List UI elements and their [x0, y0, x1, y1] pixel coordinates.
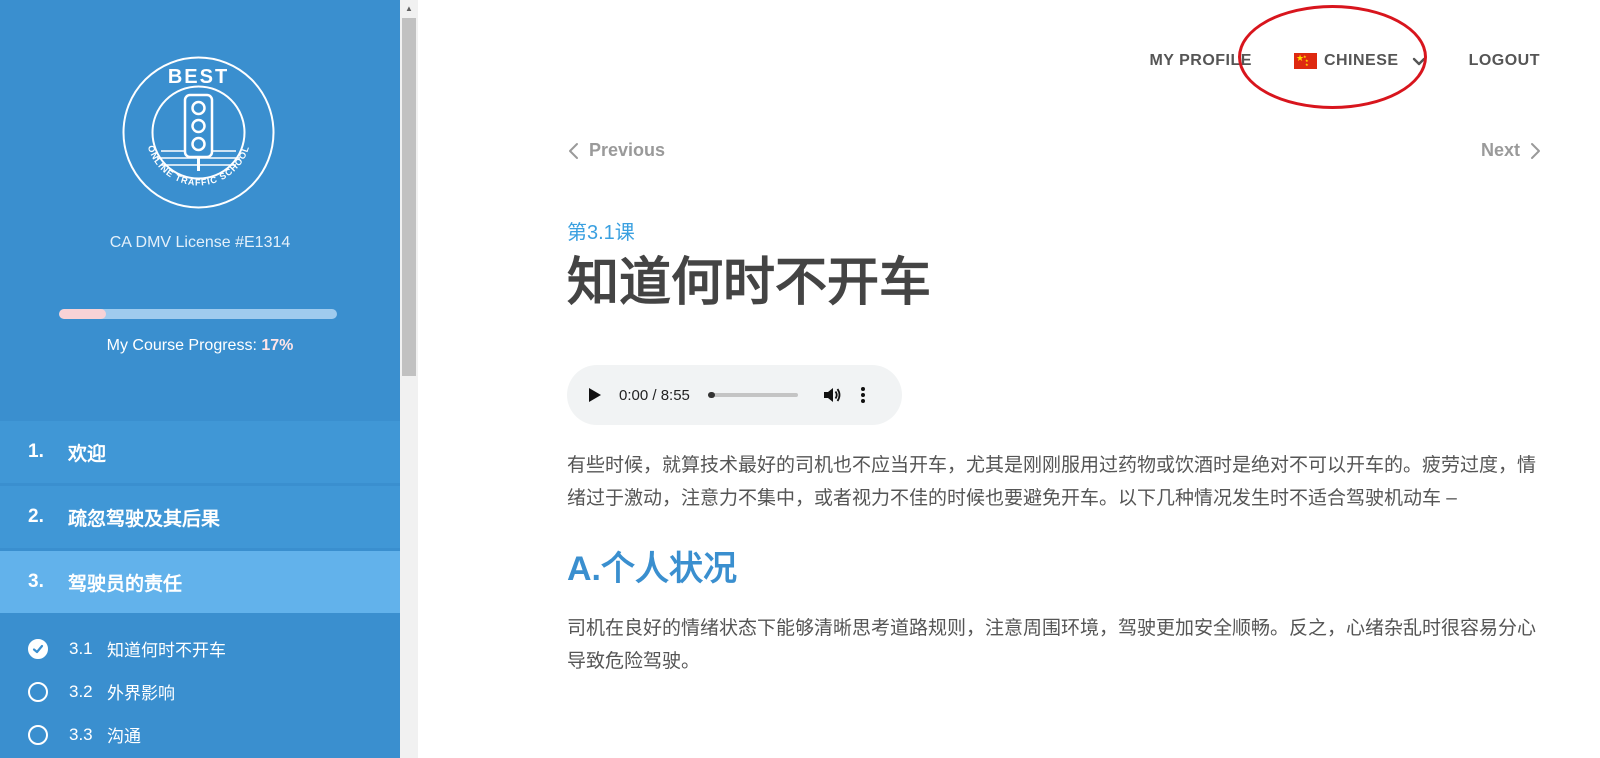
audio-player: 0:00 / 8:55 [567, 365, 902, 425]
chapter-item-1[interactable]: 1. 欢迎 [0, 421, 400, 483]
next-label: Next [1480, 140, 1520, 160]
dmv-license: CA DMV License #E1314 [109, 234, 291, 251]
language-label: CHINESE [1323, 52, 1399, 69]
chevron-down-icon [1411, 53, 1427, 69]
previous-button[interactable]: Previous [567, 140, 665, 161]
course-progress-bar [59, 309, 337, 319]
language-selector[interactable]: ★ ★ ★ ★ CHINESE [1293, 52, 1427, 70]
china-flag-icon: ★ ★ ★ ★ [1293, 53, 1317, 69]
course-progress-value: 17% [261, 337, 294, 354]
lesson-title: 知道何时不开车 [107, 641, 226, 660]
lesson-title: 知道何时不开车 [567, 254, 932, 312]
logout-link[interactable]: LOGOUT [1469, 52, 1540, 70]
audio-seek-slider[interactable] [707, 392, 798, 398]
lesson-pager: Previous Next [567, 140, 1542, 164]
play-icon[interactable] [589, 388, 601, 402]
lesson-item-3-2[interactable]: 3.2 外界影响 [0, 670, 400, 713]
lesson-paragraph: 司机在良好的情绪状态下能够清晰思考道路规则，注意周围环境，驾驶更加安全顺畅。反之… [567, 618, 1537, 672]
audio-time: 0:00 / 8:55 [619, 386, 690, 404]
lesson-number: 3.2 [69, 681, 93, 701]
lesson-list: 3.1 知道何时不开车 3.2 外界影响 3.3 沟通 [0, 627, 400, 756]
previous-label: Previous [589, 140, 666, 160]
section-heading: A.个人状况 [567, 550, 737, 588]
chapter-title: 疏忽驾驶及其后果 [68, 508, 221, 530]
empty-circle-icon [28, 681, 48, 702]
lesson-title: 外界影响 [107, 684, 175, 703]
my-profile-link[interactable]: MY PROFILE [1149, 52, 1252, 70]
lesson-item-3-3[interactable]: 3.3 沟通 [0, 713, 400, 756]
chapter-list: 1. 欢迎 2. 疏忽驾驶及其后果 3. 驾驶员的责任 [0, 421, 400, 616]
chapter-title: 欢迎 [68, 443, 107, 465]
chapter-item-2[interactable]: 2. 疏忽驾驶及其后果 [0, 486, 400, 548]
more-options-icon[interactable] [860, 385, 866, 405]
course-progress-fill [59, 309, 107, 319]
chapter-number: 1. [28, 441, 44, 462]
school-logo[interactable]: BEST ONLINE TRAFFIC SCHOOL [121, 55, 276, 210]
sidebar: BEST ONLINE TRAFFIC SCHOOL CA DMV Licens… [0, 0, 400, 758]
top-nav: MY PROFILE ★ ★ ★ ★ CHINESE LOGOUT [1149, 52, 1540, 70]
lesson-number: 3.3 [69, 724, 93, 744]
chapter-number: 2. [28, 506, 44, 527]
empty-circle-icon [28, 724, 48, 745]
scroll-up-arrow-icon[interactable]: ▲ [400, 0, 418, 16]
chevron-right-icon [1531, 142, 1540, 159]
seek-knob[interactable] [707, 392, 715, 398]
lesson-content: 第3.1课 知道何时不开车 0:00 / 8:55 有些时候，就算技术最好的司机… [567, 216, 1537, 678]
chapter-item-3[interactable]: 3. 驾驶员的责任 [0, 551, 400, 613]
sidebar-scrollbar[interactable]: ▲ [400, 0, 418, 758]
chapter-title: 驾驶员的责任 [68, 573, 183, 595]
volume-icon[interactable] [822, 385, 842, 405]
chapter-number: 3. [28, 571, 44, 592]
scrollbar-thumb[interactable] [402, 18, 416, 376]
app: BEST ONLINE TRAFFIC SCHOOL CA DMV Licens… [0, 0, 1600, 758]
svg-text:BEST: BEST [168, 66, 229, 88]
lesson-label: 第3.1课 [567, 222, 635, 244]
chevron-left-icon [569, 142, 578, 159]
lesson-item-3-1[interactable]: 3.1 知道何时不开车 [0, 627, 400, 670]
next-button[interactable]: Next [1481, 140, 1542, 161]
lesson-title: 沟通 [107, 727, 141, 746]
check-circle-icon [28, 638, 48, 659]
lesson-paragraph: 有些时候，就算技术最好的司机也不应当开车，尤其是刚刚服用过药物或饮酒时是绝对不可… [567, 455, 1537, 509]
course-progress-label: My Course Progress: 17% [106, 337, 294, 354]
lesson-number: 3.1 [69, 638, 93, 658]
